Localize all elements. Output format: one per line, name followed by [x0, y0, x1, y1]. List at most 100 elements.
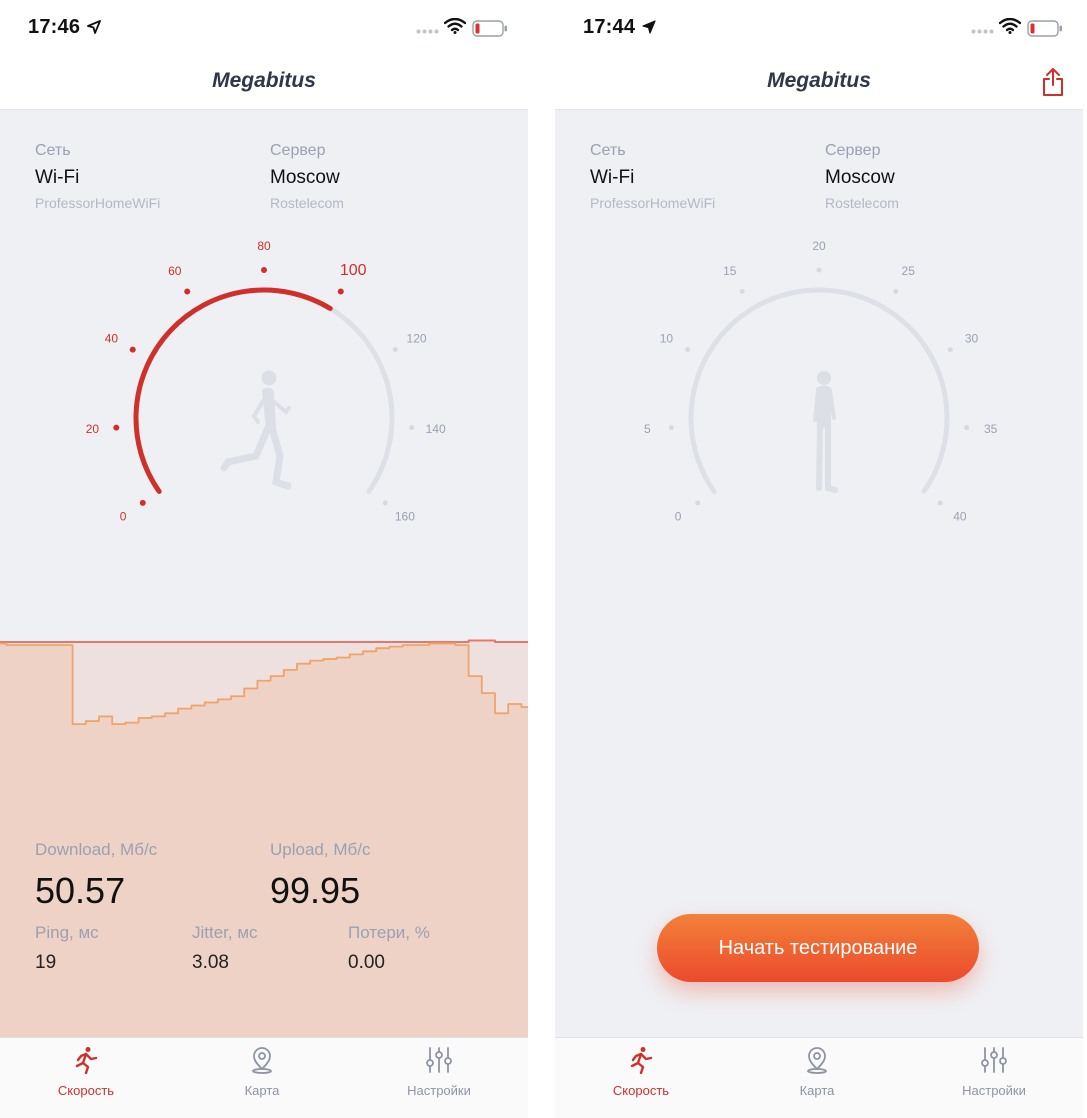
runner-icon [220, 370, 292, 490]
gauge-tick-label: 0 [120, 510, 127, 524]
location-arrow-icon [642, 20, 656, 34]
speed-gauge: 0 5 10 15 20 25 30 35 40 [644, 239, 998, 524]
runner-icon [630, 1047, 653, 1075]
server-label: Сервер [825, 142, 881, 159]
tab-map[interactable]: Карта [197, 1046, 327, 1098]
network-type: Wi-Fi [35, 167, 80, 188]
gauge-tick-dot [816, 267, 822, 273]
gauge-tick-label: 40 [953, 510, 967, 524]
battery-low-icon [472, 20, 507, 37]
server-label: Сервер [270, 142, 326, 159]
gauge-tick-label: 40 [105, 332, 119, 346]
server-provider: Rostelecom [825, 195, 899, 211]
gauge-tick-label: 80 [257, 239, 271, 253]
tab-map-label: Карта [799, 1083, 835, 1098]
server-city: Moscow [825, 167, 895, 188]
gauge-tick-label: 5 [644, 422, 651, 436]
tab-map-label: Карта [244, 1083, 280, 1098]
chart-series-line [0, 639, 528, 643]
standing-person-icon [813, 371, 838, 493]
upload-result: Upload, Мб/с 99.95 [270, 840, 370, 912]
gauge-tick-dot [685, 347, 691, 353]
download-result: Download, Мб/с 50.57 [35, 840, 157, 912]
map-pin-icon [252, 1047, 272, 1074]
gauge-tick-label: 120 [407, 332, 427, 346]
gauge-tick-label: 10 [660, 332, 674, 346]
gauge-tick-dot [129, 346, 136, 353]
tab-speed-label: Скорость [612, 1083, 670, 1098]
start-test-button[interactable]: Начать тестирование [657, 914, 979, 982]
ping-value: 19 [35, 952, 57, 973]
tab-settings[interactable]: Настройки [374, 1046, 504, 1098]
status-time: 17:46 [28, 16, 81, 38]
gauge-tick-label: 30 [965, 332, 979, 346]
gauge-tick-dot [695, 500, 701, 506]
gauge-tick-label: 20 [812, 239, 826, 253]
gauge-tick-dot [893, 288, 899, 294]
phone-screen-right: 17:44 Megabitus Сеть Wi-Fi ProfessorHome… [555, 0, 1083, 1118]
upload-label: Upload, Мб/с [270, 840, 371, 859]
ping-result: Ping, мс 19 [35, 923, 99, 974]
network-ssid: ProfessorHomeWiFi [35, 195, 161, 211]
status-bar: 17:44 [555, 0, 1083, 56]
map-pin-icon [807, 1047, 827, 1074]
gauge-tick-dot [409, 425, 415, 431]
gauge-tick-dot [139, 499, 146, 506]
sliders-icon [981, 1047, 1007, 1073]
network-label: Сеть [590, 142, 626, 159]
network-type: Wi-Fi [590, 167, 635, 188]
sliders-icon [426, 1047, 452, 1073]
tab-settings[interactable]: Настройки [929, 1046, 1059, 1098]
server-city: Moscow [270, 167, 340, 188]
tab-map[interactable]: Карта [752, 1046, 882, 1098]
gauge-tick-dot [668, 425, 674, 431]
jitter-value: 3.08 [192, 952, 229, 973]
network-ssid: ProfessorHomeWiFi [590, 195, 716, 211]
status-bar: 17:46 [0, 0, 528, 56]
download-value: 50.57 [35, 870, 126, 911]
tab-settings-label: Настройки [962, 1083, 1026, 1098]
navigation-bar: Megabitus [555, 56, 1083, 110]
tab-settings-label: Настройки [407, 1083, 471, 1098]
tab-bar: Скорость Карта Настройки [555, 1037, 1083, 1118]
app-title: Megabitus [767, 69, 871, 92]
gauge-tick-dot [113, 424, 120, 431]
loss-result: Потери, % 0.00 [348, 923, 430, 974]
speed-test-content: Сеть Wi-Fi ProfessorHomeWiFi Сервер Mosc… [555, 110, 1083, 1037]
runner-icon [75, 1047, 98, 1075]
share-icon[interactable] [1041, 67, 1065, 97]
location-arrow-icon [87, 20, 101, 34]
gauge-tick-dot [947, 347, 953, 353]
battery-low-icon [1027, 20, 1062, 37]
tab-speed[interactable]: Скорость [21, 1046, 151, 1098]
phone-screen-left: 17:46 Megabitus Сеть Wi-Fi ProfessorHome… [0, 0, 528, 1118]
speed-gauge: 0 20 40 60 80 100 120 140 160 [86, 239, 446, 524]
gauge-tick-label: 140 [426, 422, 446, 436]
gauge-tick-label: 20 [86, 422, 100, 436]
network-label: Сеть [35, 142, 71, 159]
upload-value: 99.95 [270, 870, 361, 911]
gauge-tick-label: 60 [168, 264, 182, 278]
server-info[interactable]: Сервер Moscow Rostelecom [825, 142, 899, 211]
server-provider: Rostelecom [270, 195, 344, 211]
gauge-tick-label: 160 [395, 510, 415, 524]
ping-label: Ping, мс [35, 923, 99, 942]
gauge-tick-label: 0 [675, 510, 682, 524]
server-info[interactable]: Сервер Moscow Rostelecom [270, 142, 344, 211]
gauge-tick-dot [964, 425, 970, 431]
speed-test-content: Сеть Wi-Fi ProfessorHomeWiFi Сервер Mosc… [0, 110, 528, 1037]
download-label: Download, Мб/с [35, 840, 158, 859]
signal-icon [416, 29, 439, 34]
loss-label: Потери, % [348, 923, 430, 942]
navigation-bar: Megabitus [0, 56, 528, 110]
tab-bar: Скорость Карта Настройки [0, 1037, 528, 1118]
tab-speed-label: Скорость [57, 1083, 115, 1098]
wifi-icon [999, 18, 1021, 34]
loss-value: 0.00 [348, 952, 385, 973]
gauge-tick-dot [739, 288, 745, 294]
tab-speed[interactable]: Скорость [576, 1046, 706, 1098]
gauge-tick-dot [937, 500, 943, 506]
wifi-icon [444, 18, 466, 34]
gauge-tick-dot [184, 288, 191, 295]
jitter-result: Jitter, мс 3.08 [192, 923, 258, 974]
